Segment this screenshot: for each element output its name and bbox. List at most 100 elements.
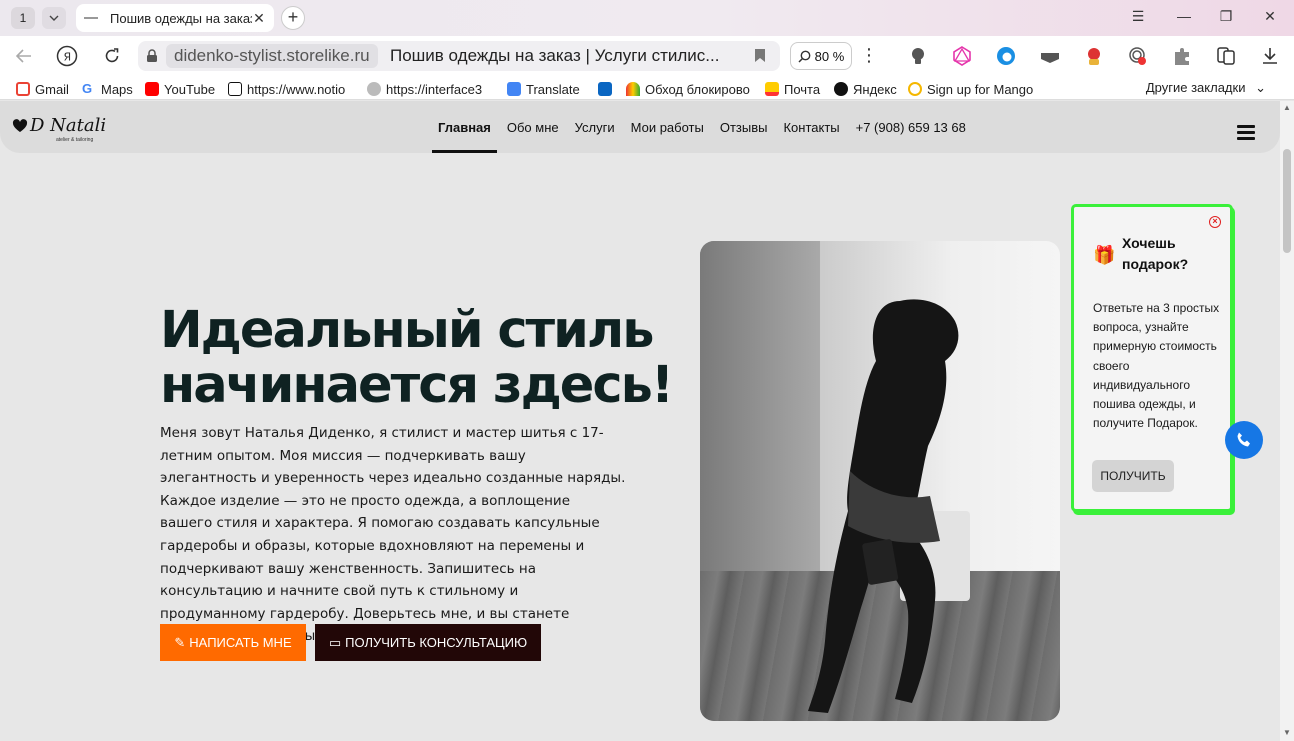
new-tab-plus-icon[interactable]: + [281, 6, 305, 30]
extension-bulb-icon[interactable] [907, 45, 929, 67]
svg-text:Я: Я [64, 51, 72, 64]
popup-text: Ответьте на 3 простых вопроса, узнайте п… [1093, 301, 1220, 431]
address-domain[interactable]: didenko-stylist.storelike.ru [166, 44, 378, 68]
hero-photo [700, 241, 1060, 721]
menu-item-home[interactable]: Главная [432, 101, 497, 153]
logo-subtitle: atelier & tailoring [56, 137, 94, 143]
browser-tab-bar: 1 Пошив одежды на заказ ✕ + ☰ — ❐ ✕ [0, 0, 1294, 36]
menu-item-reviews[interactable]: Отзывы [714, 101, 774, 153]
zoom-value: 80 % [814, 48, 845, 64]
scroll-down-icon[interactable]: ▼ [1283, 729, 1291, 737]
download-icon[interactable] [1259, 45, 1281, 67]
mango-icon [908, 82, 922, 96]
extension-fingerprint-icon[interactable] [1127, 45, 1149, 67]
menu-item-services[interactable]: Услуги [569, 101, 621, 153]
chat-icon: ▭ [328, 634, 342, 650]
gift-icon: 🎁 [1093, 245, 1116, 265]
bookmark-linkedin[interactable] [598, 80, 614, 98]
scroll-thumb[interactable] [1283, 149, 1291, 253]
bookmark-interface[interactable]: https://interface3 [367, 80, 493, 98]
bookmark-mail[interactable]: Почта [765, 80, 825, 98]
bookmark-unblock[interactable]: Обход блокирово [626, 80, 752, 98]
menu-item-contacts[interactable]: Контакты [777, 101, 845, 153]
bookmark-translate[interactable]: Translate [507, 80, 585, 98]
site-logo[interactable]: D Natali atelier & tailoring [12, 115, 107, 143]
bookmark-icon[interactable] [754, 48, 766, 66]
page-scrollbar[interactable]: ▲ ▼ [1280, 101, 1294, 741]
extension-tray-icon[interactable] [1039, 45, 1061, 67]
yandex-icon [834, 82, 848, 96]
extension-edge-icon[interactable] [995, 45, 1017, 67]
phone-icon [1237, 432, 1250, 447]
notion-icon [228, 82, 242, 96]
get-gift-button[interactable]: ПОЛУЧИТЬ [1092, 460, 1174, 492]
bookmark-label: Sign up for Mango [927, 81, 1034, 97]
translate-icon [507, 82, 521, 96]
minimize-icon[interactable]: — [1172, 8, 1196, 28]
photo-woman-silhouette [808, 299, 959, 713]
yandex-logo-icon[interactable]: Я [55, 44, 79, 68]
menu-item-about[interactable]: Обо мне [501, 101, 565, 153]
address-page-title[interactable]: Пошив одежды на заказ | Услуги стилис... [390, 46, 719, 66]
browser-toolbar: Я didenko-stylist.storelike.ru Пошив оде… [0, 36, 1294, 76]
lock-icon[interactable] [146, 49, 158, 66]
bookmark-gmail[interactable]: Gmail [16, 80, 76, 98]
get-consultation-button[interactable]: ▭ ПОЛУЧИТЬ КОНСУЛЬТАЦИЮ [315, 624, 541, 661]
heart-icon [12, 118, 28, 132]
popup-title: Хочешь подарок? [1122, 235, 1189, 272]
write-me-button[interactable]: ✎ НАПИСАТЬ МНЕ [160, 624, 306, 661]
bookmark-label: Почта [784, 81, 821, 97]
page-viewport: D Natali atelier & tailoring Главная Обо… [0, 101, 1280, 741]
logo-text: D Natali [30, 115, 107, 136]
scroll-up-icon[interactable]: ▲ [1283, 104, 1291, 112]
zoom-indicator[interactable]: 80 % [790, 42, 852, 70]
restore-icon[interactable]: ❐ [1214, 8, 1238, 28]
tab-counter[interactable]: 1 [11, 7, 35, 29]
address-bar[interactable]: didenko-stylist.storelike.ru Пошив одежд… [138, 41, 780, 71]
get-consultation-label: ПОЛУЧИТЬ КОНСУЛЬТАЦИЮ [345, 635, 528, 650]
youtube-icon [145, 82, 159, 96]
bookmark-mango[interactable]: Sign up for Mango [908, 80, 1036, 98]
menu-item-works[interactable]: Мои работы [625, 101, 710, 153]
bookmark-maps[interactable]: G Maps [82, 80, 138, 98]
site-header: D Natali atelier & tailoring Главная Обо… [0, 101, 1280, 153]
tab-list-chevron-icon[interactable] [42, 7, 66, 29]
bookmark-label: https://interface3 [386, 81, 483, 97]
popup-close-icon[interactable]: × [1209, 216, 1221, 228]
window-close-icon[interactable]: ✕ [1258, 8, 1282, 28]
reload-icon[interactable] [100, 44, 124, 68]
more-menu-icon[interactable]: ⋮ [860, 44, 878, 68]
main-menu: Главная Обо мне Услуги Мои работы Отзывы… [432, 101, 976, 153]
extension-graphql-icon[interactable] [951, 45, 973, 67]
hero-description: Меня зовут Наталья Диденко, я стилист и … [160, 425, 626, 644]
bookmark-label: Translate [526, 81, 580, 97]
mail-icon [765, 82, 779, 96]
pencil-icon: ✎ [174, 634, 186, 650]
bookmark-youtube[interactable]: YouTube [145, 80, 219, 98]
tab-favicon-icon [84, 17, 98, 19]
tab-close-icon[interactable]: ✕ [252, 10, 266, 27]
bookmark-label: Обход блокирово [645, 81, 750, 97]
extension-mascot-icon[interactable] [1083, 45, 1105, 67]
other-bookmarks[interactable]: Другие закладки ⌄ [1146, 80, 1266, 96]
extension-pages-icon[interactable] [1215, 45, 1237, 67]
bookmark-label: Maps [101, 81, 133, 97]
bookmark-notion[interactable]: https://www.notio [228, 80, 354, 98]
google-icon: G [82, 81, 93, 96]
rainbow-icon [626, 82, 640, 96]
extension-puzzle-icon[interactable] [1171, 45, 1193, 67]
back-arrow-icon[interactable] [12, 44, 36, 68]
phone-call-button[interactable] [1225, 421, 1263, 459]
browser-tab-active[interactable]: Пошив одежды на заказ ✕ [76, 4, 274, 32]
globe-icon [367, 82, 381, 96]
bookmarks-bar: Gmail G Maps YouTube https://www.notio h… [0, 76, 1294, 100]
tab-title: Пошив одежды на заказ [110, 10, 252, 26]
bookmark-label: https://www.notio [247, 81, 346, 97]
bookmark-yandex[interactable]: Яндекс [834, 80, 898, 98]
chevron-down-icon: ⌄ [1255, 80, 1266, 95]
write-me-label: НАПИСАТЬ МНЕ [189, 635, 292, 650]
menu-item-phone[interactable]: +7 (908) 659 13 68 [850, 101, 972, 153]
hero-title: Идеальный стиль начинается здесь! [160, 301, 674, 415]
tabs-menu-icon[interactable]: ☰ [1126, 8, 1150, 28]
hamburger-menu-icon[interactable] [1237, 125, 1255, 140]
